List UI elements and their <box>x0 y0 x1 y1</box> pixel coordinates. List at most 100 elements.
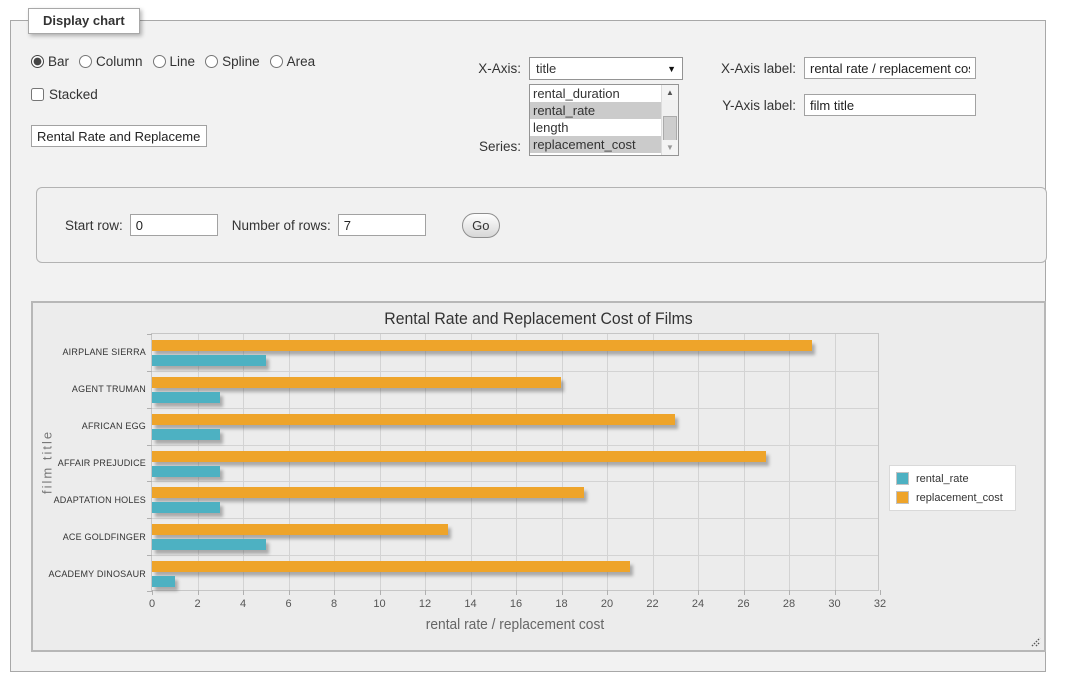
chart-type-radio-spline[interactable] <box>205 55 218 68</box>
chart-type-group: Bar Column Line Spline Area <box>31 54 315 69</box>
x-axis-label-field-label: X-Axis label: <box>686 61 796 76</box>
chart-title-input[interactable] <box>31 125 207 147</box>
x-axis-title: rental rate / replacement cost <box>169 617 861 633</box>
bar-rental_rate <box>152 429 220 440</box>
chart-type-radio-area[interactable] <box>270 55 283 68</box>
chart-type-option-bar[interactable]: Bar <box>31 54 69 69</box>
gridline-vertical <box>835 334 836 590</box>
x-axis-select[interactable]: title ▼ <box>529 57 683 80</box>
scroll-up-icon[interactable]: ▲ <box>662 85 678 100</box>
display-chart-tab-label: Display chart <box>43 13 125 28</box>
series-option-rental_rate[interactable]: rental_rate <box>530 102 661 119</box>
chart-type-label: Spline <box>222 54 260 69</box>
y-axis-tick <box>147 334 152 335</box>
chart-type-label: Column <box>96 54 143 69</box>
start-row-input[interactable] <box>130 214 218 236</box>
x-axis-tick <box>243 590 244 595</box>
x-axis-tick <box>835 590 836 595</box>
x-axis-tick <box>607 590 608 595</box>
legend-item-replacement_cost[interactable]: replacement_cost <box>896 491 1003 504</box>
gridline-horizontal <box>152 518 878 519</box>
x-axis-tick <box>744 590 745 595</box>
legend-item-rental_rate[interactable]: rental_rate <box>896 472 1003 485</box>
chart-type-option-column[interactable]: Column <box>79 54 143 69</box>
x-axis-select-label: X-Axis: <box>411 61 521 76</box>
y-axis-tick <box>147 371 152 372</box>
legend-swatch <box>896 491 909 504</box>
series-scrollbar[interactable]: ▲ ▼ <box>661 85 678 155</box>
stacked-row: Stacked <box>31 87 98 102</box>
x-axis-tick-label: 12 <box>419 598 431 610</box>
scrollbar-thumb[interactable] <box>663 116 677 142</box>
y-axis-label-input[interactable] <box>804 94 976 116</box>
x-axis-tick-label: 14 <box>464 598 476 610</box>
num-rows-label: Number of rows: <box>232 218 331 233</box>
gridline-vertical <box>289 334 290 590</box>
stacked-label: Stacked <box>49 87 98 102</box>
x-axis-tick <box>653 590 654 595</box>
x-axis-tick-label: 28 <box>783 598 795 610</box>
bar-rental_rate <box>152 576 175 587</box>
x-axis-tick-label: 20 <box>601 598 613 610</box>
gridline-vertical <box>653 334 654 590</box>
chart-type-radio-column[interactable] <box>79 55 92 68</box>
x-axis-tick <box>562 590 563 595</box>
go-button[interactable]: Go <box>462 213 500 238</box>
chart-title: Rental Rate and Replacement Cost of Film… <box>68 309 1008 329</box>
x-axis-tick <box>880 590 881 595</box>
scroll-down-icon[interactable]: ▼ <box>662 140 678 155</box>
category-label: AFRICAN EGG <box>36 421 146 431</box>
series-listbox: rental_durationrental_ratelengthreplacem… <box>530 85 661 155</box>
gridline-horizontal <box>152 481 878 482</box>
x-axis-tick <box>425 590 426 595</box>
start-row-label: Start row: <box>65 218 123 233</box>
x-axis-tick-label: 10 <box>373 598 385 610</box>
series-option-length[interactable]: length <box>530 119 661 136</box>
row-controls-box: Start row: Number of rows: Go <box>36 187 1047 263</box>
gridline-horizontal <box>152 555 878 556</box>
x-axis-tick <box>516 590 517 595</box>
chart-type-option-line[interactable]: Line <box>153 54 196 69</box>
series-option-replacement_cost[interactable]: replacement_cost <box>530 136 661 153</box>
plot-area: 02468101214161820222426283032AIRPLANE SI… <box>151 333 879 591</box>
chart-type-option-area[interactable]: Area <box>270 54 316 69</box>
category-label: ADAPTATION HOLES <box>36 495 146 505</box>
resize-grip-icon[interactable] <box>1029 635 1041 647</box>
y-axis-tick <box>147 445 152 446</box>
x-axis-tick <box>471 590 472 595</box>
chart-type-radio-bar[interactable] <box>31 55 44 68</box>
legend-swatch <box>896 472 909 485</box>
x-axis-tick-label: 4 <box>240 598 246 610</box>
gridline-vertical <box>789 334 790 590</box>
x-axis-select-value: title <box>536 61 556 76</box>
bar-replacement_cost <box>152 451 766 462</box>
series-listbox-wrap: rental_durationrental_ratelengthreplacem… <box>529 84 679 156</box>
x-axis-tick <box>198 590 199 595</box>
display-chart-tab[interactable]: Display chart <box>28 8 140 34</box>
bar-replacement_cost <box>152 377 561 388</box>
series-select-label: Series: <box>411 139 521 154</box>
stacked-checkbox[interactable] <box>31 88 44 101</box>
x-axis-tick-label: 0 <box>149 598 155 610</box>
x-axis-label-input[interactable] <box>804 57 976 79</box>
num-rows-input[interactable] <box>338 214 426 236</box>
x-axis-tick <box>380 590 381 595</box>
chart-type-radio-line[interactable] <box>153 55 166 68</box>
gridline-vertical <box>607 334 608 590</box>
chart-type-label: Line <box>170 54 196 69</box>
gridline-vertical <box>243 334 244 590</box>
x-axis-tick <box>698 590 699 595</box>
y-axis-tick <box>147 555 152 556</box>
y-axis-tick <box>147 408 152 409</box>
chart-type-label: Area <box>287 54 316 69</box>
category-label: AIRPLANE SIERRA <box>36 347 146 357</box>
x-axis-tick-label: 18 <box>555 598 567 610</box>
y-axis-label-field-label: Y-Axis label: <box>686 98 796 113</box>
bar-replacement_cost <box>152 414 675 425</box>
chart-type-option-spline[interactable]: Spline <box>205 54 260 69</box>
bar-replacement_cost <box>152 524 448 535</box>
bar-rental_rate <box>152 502 220 513</box>
x-axis-tick <box>152 590 153 595</box>
series-option-rental_duration[interactable]: rental_duration <box>530 85 661 102</box>
y-axis-tick <box>147 591 152 592</box>
